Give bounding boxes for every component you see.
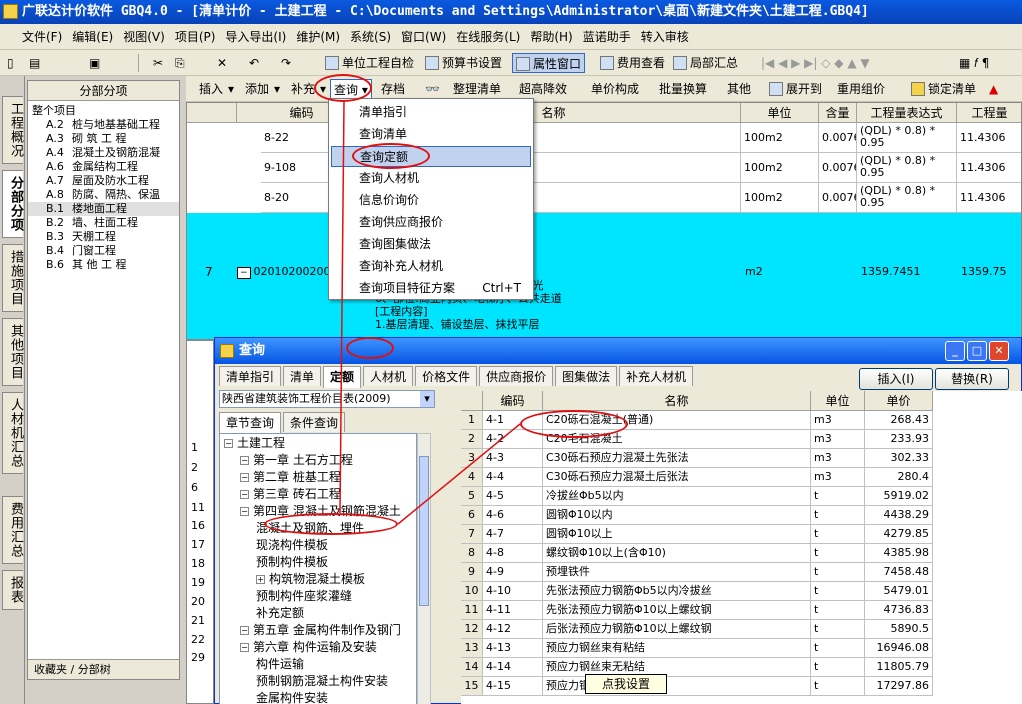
annotation-lines — [339, 101, 521, 525]
